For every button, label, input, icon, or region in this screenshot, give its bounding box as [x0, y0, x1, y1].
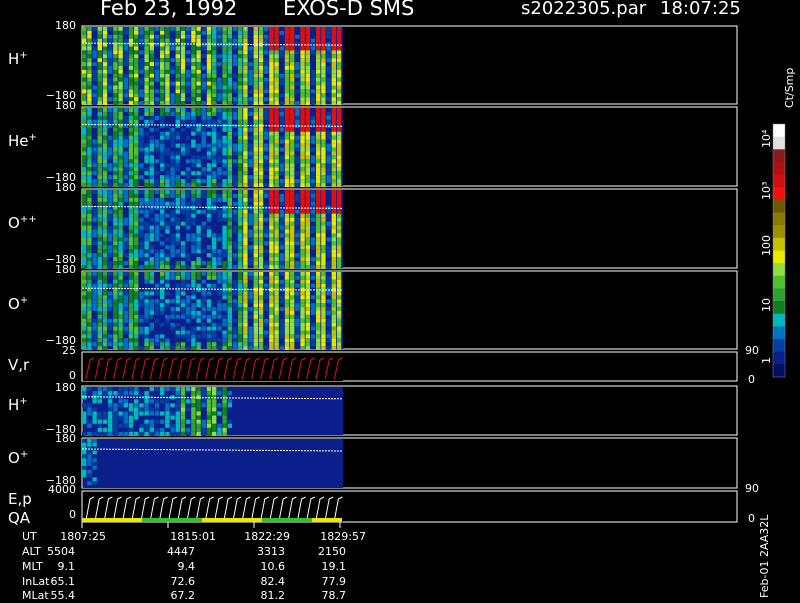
colorbar-swatch-7 — [773, 212, 785, 226]
colorbar-swatch-5 — [773, 187, 785, 201]
ytick-p4-top: 180 — [55, 263, 76, 276]
panel-label-qa: QA — [8, 509, 31, 527]
table-row-alt: ALT 5504 4447 3313 2150 — [22, 545, 346, 558]
ytick-p8-bot: 0 — [69, 508, 76, 521]
qa-bar-2 — [202, 518, 262, 522]
ytick-p8-top: 4000 — [48, 483, 76, 496]
table-row-mlat: MLat 55.4 67.2 81.2 78.7 — [22, 589, 346, 602]
side-label: Feb-01 2AA32L — [758, 514, 771, 598]
qa-bar-3 — [262, 518, 312, 522]
colorbar-swatch-0 — [773, 124, 785, 138]
colorbar-unit: Ct/Smp — [783, 67, 796, 108]
colorbar-swatch-10 — [773, 250, 785, 264]
panel-data-bg-oplus2 — [83, 439, 343, 488]
rtick-p5-top: 90 — [745, 344, 759, 357]
panel-data-bg-ep — [83, 492, 343, 522]
colorbar-label-10000: 10⁴ — [760, 129, 773, 148]
colorbar-swatch-9 — [773, 237, 785, 251]
ytick-p7-top: 180 — [55, 432, 76, 445]
panel-data-bg-vr — [83, 353, 343, 381]
colorbar-swatch-1 — [773, 136, 785, 150]
panel-label-o-plus-plus: O++ — [8, 214, 37, 232]
colorbar-swatch-12 — [773, 275, 785, 289]
table-row-inlat: InLat 65.1 72.6 82.4 77.9 — [22, 575, 346, 588]
colorbar-label-1: 1 — [760, 357, 773, 364]
table-row-mlt: MLT 9.1 9.4 10.6 19.1 — [22, 560, 346, 573]
table-row-ut: UT 1807:25 1815:01 1822:29 1829:57 — [22, 530, 366, 543]
rtick-p8-top: 90 — [745, 482, 759, 495]
colorbar-swatch-18 — [773, 351, 785, 365]
colorbar-swatch-2 — [773, 149, 785, 163]
panel-label-o-plus-2: O+ — [8, 449, 29, 467]
colorbar-swatch-11 — [773, 263, 785, 277]
colorbar-swatch-16 — [773, 326, 785, 340]
ytick-p6-top: 180 — [55, 381, 76, 394]
qa-bar-0 — [82, 518, 142, 522]
colorbar-swatch-19 — [773, 364, 785, 378]
panel-label-vr: V,r — [8, 356, 30, 374]
rtick-p5-bot: 0 — [748, 373, 755, 386]
colorbar-label-10: 10 — [760, 298, 773, 312]
colorbar-swatch-3 — [773, 161, 785, 176]
colorbar-swatch-4 — [773, 174, 785, 188]
panel-label-h-plus-1: H+ — [8, 50, 28, 68]
spectrogram-plot — [81, 25, 786, 528]
panel-label-he-plus: He+ — [8, 132, 37, 150]
ytick-p1-top: 180 — [55, 19, 76, 32]
ytick-p5-top: 25 — [62, 344, 76, 357]
colorbar-swatch-6 — [773, 199, 785, 214]
rtick-p8-bot: 0 — [748, 512, 755, 525]
ytick-p2-top: 180 — [55, 99, 76, 112]
qa-bar-1 — [142, 518, 202, 522]
colorbar-label-1000: 10³ — [760, 181, 773, 200]
panel-label-o-plus-1: O+ — [8, 295, 29, 313]
qa-bar-4 — [312, 518, 342, 522]
ytick-p3-top: 180 — [55, 181, 76, 194]
colorbar-swatch-13 — [773, 288, 785, 302]
colorbar-swatch-17 — [773, 339, 785, 353]
colorbar-swatch-14 — [773, 301, 785, 315]
colorbar-swatch-8 — [773, 225, 785, 239]
panel-label-h-plus-2: H+ — [8, 396, 28, 414]
colorbar-label-100: 100 — [760, 235, 773, 256]
panel-label-ep: E,p — [8, 490, 32, 508]
colorbar-swatch-15 — [773, 313, 785, 327]
